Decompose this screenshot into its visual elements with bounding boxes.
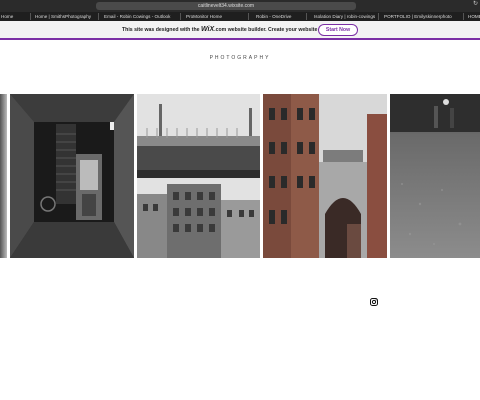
wix-text-suffix: .com website builder. Create your websit… xyxy=(214,27,334,33)
brick-arch-photo-image xyxy=(263,94,387,258)
gallery-photo-brick-arch[interactable] xyxy=(263,94,387,258)
bookmark-promonitor[interactable]: ProMonitor Home xyxy=(186,12,222,21)
browser-toolbar: caitlinevelt34.wixsite.com ↻ xyxy=(0,0,480,12)
bookmark-home-2[interactable]: HOME xyxy=(468,12,480,21)
alley-photo-image xyxy=(10,94,134,258)
wix-banner-divider xyxy=(0,38,480,40)
gallery-photo-edge[interactable] xyxy=(0,94,7,258)
pavement-photo-image xyxy=(390,94,480,258)
bookmark-smiths-photography[interactable]: Home | SmithsPhotography xyxy=(35,12,91,21)
bookmark-separator xyxy=(463,13,464,20)
bookmark-separator xyxy=(378,13,379,20)
start-now-button[interactable]: Start Now xyxy=(318,24,358,36)
bookmark-separator xyxy=(248,13,249,20)
instagram-icon[interactable] xyxy=(370,293,378,306)
bookmark-isolation-diary[interactable]: Isolation Diary | robin-cowings xyxy=(314,12,375,21)
wix-text-prefix: This site was designed with the xyxy=(122,27,201,33)
wix-logo: WiX xyxy=(200,26,215,33)
address-bar[interactable]: caitlinevelt34.wixsite.com xyxy=(96,2,356,10)
bookmark-separator xyxy=(180,13,181,20)
bookmark-separator xyxy=(306,13,307,20)
gallery-photo-alley[interactable] xyxy=(10,94,134,258)
bookmark-home[interactable]: Home xyxy=(1,12,13,21)
bridge-photo-image xyxy=(137,94,260,258)
bookmark-onedrive[interactable]: Robin - OneDrive xyxy=(256,12,292,21)
page-title: PHOTOGRAPHY xyxy=(209,55,271,61)
reload-icon[interactable]: ↻ xyxy=(473,1,478,7)
bookmark-outlook[interactable]: Email - Robin Cowings - Outlook xyxy=(104,12,170,21)
bookmark-separator xyxy=(30,13,31,20)
gallery-photo-bridge[interactable] xyxy=(137,94,260,258)
bookmark-portfolio[interactable]: PORTFOLIO | Emilyskinnerphoto xyxy=(384,12,452,21)
wix-banner-text: This site was designed with the WiX.com … xyxy=(122,21,334,38)
bookmark-separator xyxy=(98,13,99,20)
gallery-photo-pavement[interactable] xyxy=(390,94,480,258)
url-text: caitlinevelt34.wixsite.com xyxy=(197,3,255,9)
bookmarks-bar: Home Home | SmithsPhotography Email - Ro… xyxy=(0,12,480,21)
